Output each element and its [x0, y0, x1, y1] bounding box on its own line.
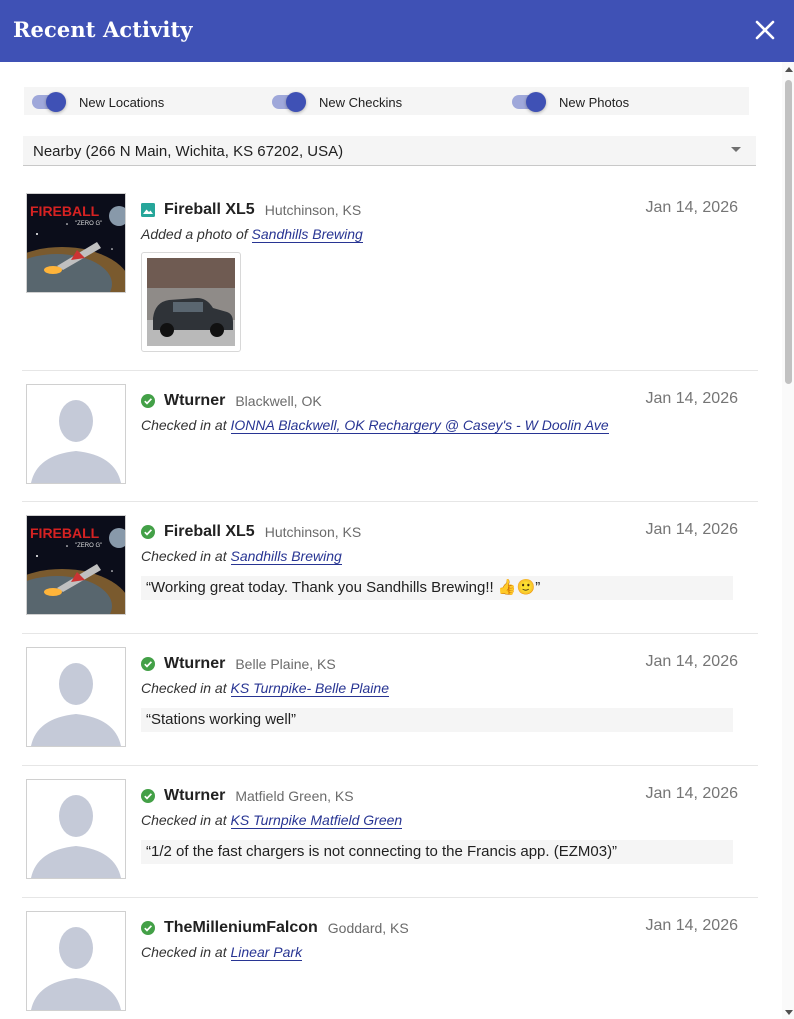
activity-item: Wturner Belle Plaine, KS Checked in at K…: [22, 634, 758, 766]
check-circle-icon: [141, 789, 155, 803]
default-avatar[interactable]: [26, 384, 126, 484]
check-circle-icon: [141, 525, 155, 539]
checkin-comment: “Stations working well”: [141, 708, 733, 732]
check-circle-icon: [141, 657, 155, 671]
default-avatar[interactable]: [26, 647, 126, 747]
place-link[interactable]: IONNA Blackwell, OK Rechargery @ Casey's…: [230, 417, 609, 434]
check-circle-icon: [141, 921, 155, 935]
activity-date: Jan 14, 2026: [645, 199, 738, 216]
action-text: Checked in at: [141, 680, 227, 696]
action-text: Checked in at: [141, 417, 227, 433]
dialog-title: Recent Activity: [13, 17, 193, 42]
fireball-avatar[interactable]: FIREBALL "ZERO G": [26, 515, 126, 615]
activity-date: Jan 14, 2026: [645, 917, 738, 934]
username[interactable]: Wturner: [164, 392, 225, 410]
action-text: Checked in at: [141, 812, 227, 828]
activity-item: TheMilleniumFalcon Goddard, KS Checked i…: [22, 898, 758, 1019]
svg-text:"ZERO G": "ZERO G": [75, 543, 102, 549]
toggle-new-checkins[interactable]: New Checkins: [270, 91, 402, 113]
user-location: Goddard, KS: [327, 920, 409, 936]
app-bar: Recent Activity: [0, 0, 794, 62]
activity-item: Wturner Matfield Green, KS Checked in at…: [22, 766, 758, 898]
activity-date: Jan 14, 2026: [645, 785, 738, 802]
close-button[interactable]: [752, 16, 778, 44]
scroll-down-arrow-icon[interactable]: [785, 1010, 793, 1015]
activity-item: FIREBALL "ZERO G" Fireball XL5 Hutchinso…: [22, 502, 758, 634]
activity-action: Added a photo of Sandhills Brewing: [141, 226, 738, 246]
activity-date: Jan 14, 2026: [645, 521, 738, 538]
dropdown-arrow-icon[interactable]: [731, 147, 741, 152]
toggle-label: New Locations: [79, 94, 165, 110]
location-select-value: Nearby (266 N Main, Wichita, KS 67202, U…: [33, 143, 344, 160]
toggle-new-photos[interactable]: New Photos: [510, 91, 629, 113]
activity-date: Jan 14, 2026: [645, 653, 738, 670]
username[interactable]: Wturner: [164, 787, 225, 805]
user-location: Matfield Green, KS: [235, 788, 354, 804]
activity-date: Jan 14, 2026: [645, 390, 738, 407]
username[interactable]: Fireball XL5: [164, 523, 255, 541]
activity-action: Checked in at Linear Park: [141, 944, 738, 964]
action-text: Checked in at: [141, 548, 227, 564]
place-link[interactable]: Linear Park: [230, 944, 303, 961]
vertical-scrollbar[interactable]: [782, 62, 794, 1019]
user-location: Hutchinson, KS: [264, 524, 362, 540]
switch[interactable]: [270, 92, 306, 112]
activity-action: Checked in at IONNA Blackwell, OK Rechar…: [141, 417, 738, 437]
svg-text:"ZERO G": "ZERO G": [75, 221, 102, 227]
toggle-new-locations[interactable]: New Locations: [30, 91, 164, 113]
fireball-avatar[interactable]: FIREBALL "ZERO G": [26, 193, 126, 293]
action-text: Checked in at: [141, 944, 227, 960]
user-location: Blackwell, OK: [235, 393, 322, 409]
toggle-label: New Photos: [559, 94, 630, 110]
place-link[interactable]: KS Turnpike- Belle Plaine: [230, 680, 389, 697]
check-circle-icon: [141, 394, 155, 408]
user-location: Belle Plaine, KS: [235, 656, 336, 672]
activity-item: Wturner Blackwell, OK Checked in at IONN…: [22, 371, 758, 502]
checkin-comment: “1/2 of the fast chargers is not connect…: [141, 840, 733, 864]
activity-feed: FIREBALL "ZERO G" Fireball XL5 Hutchinso…: [22, 180, 758, 1019]
image-icon: [141, 203, 155, 217]
default-avatar[interactable]: [26, 779, 126, 879]
svg-text:FIREBALL: FIREBALL: [30, 525, 100, 541]
username[interactable]: TheMilleniumFalcon: [164, 919, 318, 937]
activity-panel: New Locations New Checkins New Photos Ne…: [0, 62, 782, 1019]
switch[interactable]: [30, 92, 66, 112]
activity-action: Checked in at Sandhills Brewing: [141, 548, 738, 568]
filter-bar: New Locations New Checkins New Photos: [24, 87, 749, 115]
username[interactable]: Wturner: [164, 655, 225, 673]
scrollbar-thumb[interactable]: [785, 80, 792, 384]
activity-action: Checked in at KS Turnpike Matfield Green: [141, 812, 738, 832]
svg-text:FIREBALL: FIREBALL: [30, 203, 100, 219]
photo-thumbnail[interactable]: [141, 252, 241, 352]
place-link[interactable]: Sandhills Brewing: [251, 226, 363, 243]
location-select[interactable]: Nearby (266 N Main, Wichita, KS 67202, U…: [23, 136, 756, 166]
default-avatar[interactable]: [26, 911, 126, 1011]
close-icon: [755, 20, 775, 40]
username[interactable]: Fireball XL5: [164, 201, 255, 219]
activity-item: FIREBALL "ZERO G" Fireball XL5 Hutchinso…: [22, 180, 758, 371]
action-text: Added a photo of: [141, 226, 248, 242]
activity-body: Fireball XL5 Hutchinson, KS Added a phot…: [141, 200, 738, 352]
activity-action: Checked in at KS Turnpike- Belle Plaine: [141, 680, 738, 700]
switch[interactable]: [510, 92, 546, 112]
scroll-up-arrow-icon[interactable]: [785, 67, 793, 72]
place-link[interactable]: KS Turnpike Matfield Green: [230, 812, 403, 829]
toggle-label: New Checkins: [319, 94, 403, 110]
checkin-comment: “Working great today. Thank you Sandhill…: [141, 576, 733, 600]
user-location: Hutchinson, KS: [264, 202, 362, 218]
place-link[interactable]: Sandhills Brewing: [230, 548, 342, 565]
